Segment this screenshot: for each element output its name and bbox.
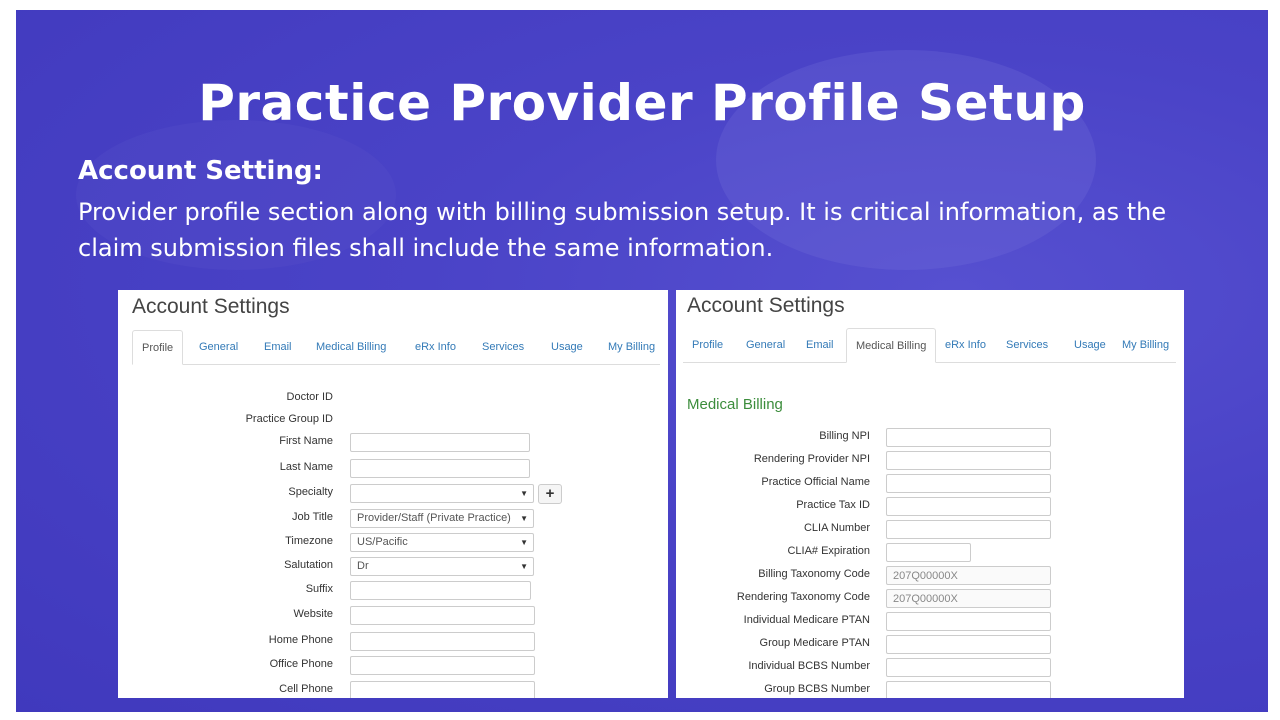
tab-services[interactable]: Services [997, 328, 1057, 362]
tab-email[interactable]: Email [255, 330, 301, 364]
chevron-down-icon: ▼ [520, 514, 528, 523]
group-medicare-ptan-label: Group Medicare PTAN [759, 637, 870, 649]
home-phone-input[interactable] [350, 632, 535, 651]
individual-bcbs-number-label: Individual BCBS Number [748, 660, 870, 672]
job-title-select[interactable]: Provider/Staff (Private Practice) ▼ [350, 509, 534, 528]
tab-medical-billing[interactable]: Medical Billing [307, 330, 395, 364]
suffix-label: Suffix [305, 583, 333, 595]
tab-erx-info[interactable]: eRx Info [936, 328, 995, 362]
individual-bcbs-number-input[interactable] [886, 658, 1051, 677]
slide-title: Practice Provider Profile Setup [198, 74, 1086, 132]
salutation-value: Dr [357, 560, 369, 572]
tab-my-billing[interactable]: My Billing [1113, 328, 1178, 362]
slide-background: Practice Provider Profile Setup Account … [16, 10, 1268, 712]
practice-group-id-label: Practice Group ID [245, 413, 333, 425]
billing-taxonomy-code-input[interactable] [886, 566, 1051, 585]
section-heading: Medical Billing [687, 396, 783, 413]
rendering-provider-npi-label: Rendering Provider NPI [753, 453, 870, 465]
salutation-select[interactable]: Dr ▼ [350, 557, 534, 576]
chevron-down-icon: ▼ [520, 562, 528, 571]
tab-profile[interactable]: Profile [683, 328, 732, 362]
salutation-label: Salutation [284, 559, 333, 571]
billing-npi-input[interactable] [886, 428, 1051, 447]
rendering-provider-npi-input[interactable] [886, 451, 1051, 470]
tab-general[interactable]: General [737, 328, 794, 362]
office-phone-input[interactable] [350, 656, 535, 675]
panel-title: Account Settings [132, 295, 290, 318]
website-input[interactable] [350, 606, 535, 625]
doctor-id-label: Doctor ID [286, 391, 333, 403]
practice-official-name-label: Practice Official Name [761, 476, 870, 488]
tab-erx-info[interactable]: eRx Info [406, 330, 465, 364]
group-bcbs-number-label: Group BCBS Number [764, 683, 870, 695]
last-name-input[interactable] [350, 459, 530, 478]
tab-usage[interactable]: Usage [542, 330, 592, 364]
suffix-input[interactable] [350, 581, 531, 600]
add-specialty-button[interactable]: + [538, 484, 562, 504]
individual-medicare-ptan-input[interactable] [886, 612, 1051, 631]
job-title-label: Job Title [292, 511, 333, 523]
clia-expiration-label: CLIA# Expiration [787, 545, 870, 557]
chevron-down-icon: ▼ [520, 538, 528, 547]
tab-usage[interactable]: Usage [1065, 328, 1115, 362]
billing-npi-label: Billing NPI [819, 430, 870, 442]
practice-official-name-input[interactable] [886, 474, 1051, 493]
tab-bar: Profile General Email Medical Billing eR… [683, 328, 1176, 363]
tab-my-billing[interactable]: My Billing [599, 330, 664, 364]
billing-taxonomy-code-label: Billing Taxonomy Code [758, 568, 870, 580]
rendering-taxonomy-code-input[interactable] [886, 589, 1051, 608]
timezone-select[interactable]: US/Pacific ▼ [350, 533, 534, 552]
tab-medical-billing[interactable]: Medical Billing [846, 328, 937, 363]
last-name-label: Last Name [279, 461, 333, 473]
panel-title: Account Settings [687, 294, 845, 317]
group-medicare-ptan-input[interactable] [886, 635, 1051, 654]
tab-services[interactable]: Services [473, 330, 533, 364]
tab-profile[interactable]: Profile [132, 330, 184, 365]
practice-tax-id-input[interactable] [886, 497, 1051, 516]
first-name-label: First Name [279, 435, 333, 447]
tab-email[interactable]: Email [797, 328, 843, 362]
cell-phone-input[interactable] [350, 681, 535, 698]
home-phone-label: Home Phone [268, 634, 333, 646]
clia-number-label: CLIA Number [803, 522, 870, 534]
tab-bar: Profile General Email Medical Billing eR… [132, 330, 660, 365]
office-phone-label: Office Phone [269, 658, 333, 670]
specialty-select[interactable]: ▼ [350, 484, 534, 503]
slide-description: Provider profile section along with bill… [78, 198, 1167, 262]
medical-billing-settings-panel: Account Settings Profile General Email M… [676, 290, 1184, 698]
slide-subhead: Account Setting: [78, 156, 323, 186]
clia-expiration-input[interactable] [886, 543, 971, 562]
practice-tax-id-label: Practice Tax ID [796, 499, 870, 511]
specialty-label: Specialty [288, 486, 333, 498]
clia-number-input[interactable] [886, 520, 1051, 539]
website-label: Website [293, 608, 333, 620]
rendering-taxonomy-code-label: Rendering Taxonomy Code [736, 591, 870, 603]
individual-medicare-ptan-label: Individual Medicare PTAN [743, 614, 870, 626]
group-bcbs-number-input[interactable] [886, 681, 1051, 698]
cell-phone-label: Cell Phone [279, 683, 333, 695]
first-name-input[interactable] [350, 433, 530, 452]
timezone-label: Timezone [285, 535, 333, 547]
timezone-value: US/Pacific [357, 536, 408, 548]
job-title-value: Provider/Staff (Private Practice) [357, 512, 511, 524]
chevron-down-icon: ▼ [520, 489, 528, 498]
profile-settings-panel: Account Settings Profile General Email M… [118, 290, 668, 698]
tab-general[interactable]: General [190, 330, 247, 364]
